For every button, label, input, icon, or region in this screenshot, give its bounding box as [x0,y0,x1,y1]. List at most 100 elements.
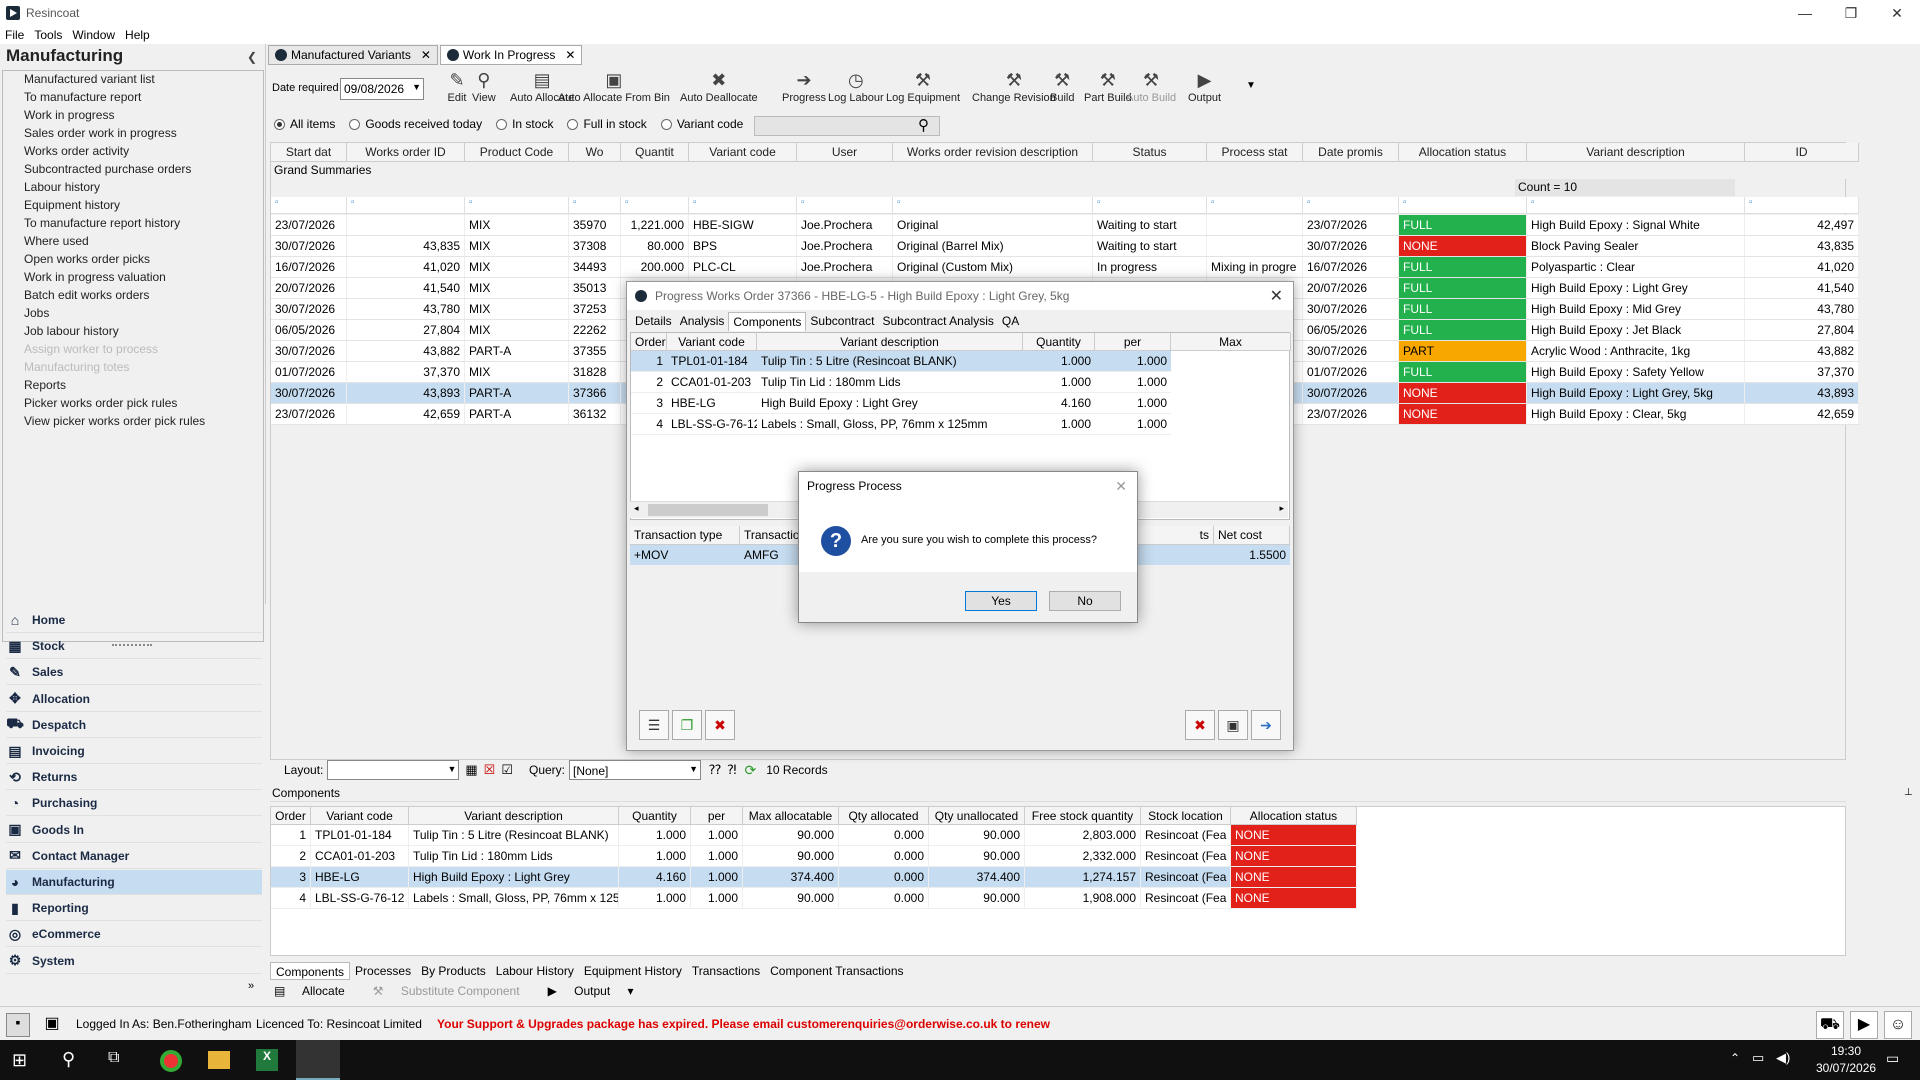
close-tab-icon[interactable]: ✕ [565,48,575,62]
output-button[interactable]: ▶ Output [1188,68,1221,105]
search-icon[interactable]: ⚲ [918,116,929,134]
query-help-icon[interactable]: ⁇ [709,762,721,778]
module-link[interactable]: Job labour history [24,322,205,340]
module-link[interactable]: View picker works order pick rules [24,412,205,430]
substitute-component-button[interactable]: ⚒ Substitute Component [373,984,534,998]
column-header[interactable]: Allocation status [1399,143,1527,161]
taskbar-search-icon[interactable]: ⚲ [62,1049,75,1070]
query-select[interactable]: [None] ▼ [569,760,701,780]
dialog-column-header[interactable]: Quantity [1023,333,1095,350]
nav-ecommerce[interactable]: ◎ eCommerce [6,922,262,948]
column-header[interactable]: ID [1745,143,1859,161]
column-header[interactable]: Product Code [465,143,569,161]
table-row[interactable]: 23/07/2026 MIX 35970 1,221.000 HBE-SIGW Joe.P… [271,215,1859,236]
dialog-tab-components[interactable]: Components [728,312,807,331]
table-row[interactable]: 30/07/2026 43,835 MIX 37308 80.000 BPS Joe.Pro… [271,236,1859,257]
date-dropdown-icon[interactable]: ▼ [412,82,421,92]
components-row[interactable]: 3 HBE-LG High Build Epoxy : Light Grey 4.16… [271,867,1357,888]
save-and-close-button[interactable]: ➔ [1251,710,1281,740]
output-menu-button[interactable]: ▶ Output ▾ [548,984,634,998]
close-tab-icon[interactable]: ✕ [421,48,431,62]
detail-tab-transactions[interactable]: Transactions [687,962,765,980]
notes-button[interactable]: ☰ [639,710,669,740]
filter-cell[interactable]: ▫ [1399,197,1527,213]
play-icon[interactable]: ▶ [1850,1011,1878,1039]
components-row[interactable]: 1 TPL01-01-184 Tulip Tin : 5 Litre (Resinc… [271,825,1357,846]
tx-column-header[interactable]: Net cost [1214,526,1290,544]
table-row[interactable]: 16/07/2026 41,020 MIX 34493 200.000 PLC-CL Joe… [271,257,1859,278]
radio-icon[interactable] [496,118,508,130]
tray-arrow-icon[interactable]: ⌃ [1730,1051,1740,1065]
dialog-column-header[interactable]: Variant code [667,333,757,350]
components-column-header[interactable]: per [691,807,743,824]
detail-tab-components[interactable]: Components [270,962,351,980]
column-header[interactable]: Variant description [1527,143,1745,161]
log-equipment-button[interactable]: ⚒ Log Equipment [886,68,960,105]
module-link[interactable]: To manufacture report history [24,214,205,232]
components-column-header[interactable]: Stock location [1141,807,1231,824]
components-row[interactable]: 2 CCA01-01-203 Tulip Tin Lid : 180mm Lids 1… [271,846,1357,867]
cart-icon[interactable]: ⛟ [1816,1011,1844,1039]
module-link[interactable]: Jobs [24,304,205,322]
cancel-changes-button[interactable]: ✖ [1185,710,1215,740]
collapse-panel-icon[interactable]: ❮ [247,50,257,64]
nav-system[interactable]: ⚙ System [6,949,262,974]
components-column-header[interactable]: Max allocatable [743,807,839,824]
layout-grid-icon[interactable]: ▦ [465,762,477,778]
dialog-tab-subcontract[interactable]: Subcontract [806,312,878,331]
scroll-left-icon[interactable]: ◂ [634,503,639,514]
output-dropdown-icon[interactable]: ▼ [1246,80,1256,91]
tab-work-in-progress[interactable]: Work In Progress ✕ [439,45,583,65]
tab-manufactured-variants[interactable]: Manufactured Variants ✕ [268,45,438,65]
module-link[interactable]: Equipment history [24,196,205,214]
query-dropdown-icon[interactable]: ▼ [689,764,698,774]
radio-icon[interactable] [660,118,672,130]
allocate-button[interactable]: ▤ Allocate [274,984,359,998]
auto-build-button[interactable]: ⚒ Auto Build [1126,68,1176,105]
clear-button[interactable]: ✖ [705,710,735,740]
detail-tab-by-products[interactable]: By Products [416,962,491,980]
nav-returns[interactable]: ⟲ Returns [6,765,262,791]
layout-delete-icon[interactable]: ☒ [484,762,496,778]
dialog-table-row[interactable]: 2 CCA01-01-203 Tulip Tin Lid : 180mm Lids 1… [631,372,1171,393]
dialog-tab-analysis[interactable]: Analysis [676,312,729,331]
filter-cell[interactable]: ▫ [1303,197,1399,213]
filter-row[interactable]: ▫ ▫ ▫ ▫ ▫ ▫ ▫ ▫ ▫ ▫ ▫ ▫ ▫ ▫ [271,197,1859,214]
detail-tab-labour-history[interactable]: Labour History [491,962,579,980]
detail-tab-equipment-history[interactable]: Equipment History [579,962,687,980]
filter-goods-received-today[interactable]: Goods received today [349,117,482,131]
user-icon[interactable]: ▪ [6,1013,30,1037]
module-link[interactable]: Subcontracted purchase orders [24,160,205,178]
part-build-button[interactable]: ⚒ Part Build [1084,68,1132,105]
volume-icon[interactable]: ◀) [1776,1050,1790,1066]
module-link[interactable]: Work in progress valuation [24,268,205,286]
detail-tab-component-transactions[interactable]: Component Transactions [765,962,908,980]
module-link[interactable]: To manufacture report [24,88,205,106]
column-header[interactable]: Date promis [1303,143,1399,161]
refresh-icon[interactable]: ⟳ [745,762,757,779]
dialog-tab-qa[interactable]: QA [998,312,1023,331]
filter-full-in-stock[interactable]: Full in stock [567,117,647,131]
windows-start-icon[interactable]: ⊞ [12,1050,27,1071]
column-header[interactable]: Variant code [689,143,797,161]
auto-deallocate-button[interactable]: ✖ Auto Deallocate [680,68,758,105]
log-labour-button[interactable]: ◷ Log Labour [828,68,884,105]
yes-button[interactable]: Yes [965,591,1037,611]
minimize-button[interactable]: — [1782,0,1828,26]
network-icon[interactable]: ▭ [1752,1050,1764,1066]
module-link[interactable]: Labour history [24,178,205,196]
nav-sales[interactable]: ✎ Sales [6,660,262,686]
build-button[interactable]: ⚒ Build [1050,68,1074,105]
filter-cell[interactable]: ▫ [893,197,1093,213]
module-link[interactable]: Manufactured variant list [24,70,205,88]
variant-code-search-input[interactable] [754,116,940,136]
nav-manufacturing[interactable]: ◕ Manufacturing [6,870,262,895]
layout-dropdown-icon[interactable]: ▼ [447,764,456,774]
auto-allocate-from-bin-button[interactable]: ▣ Auto Allocate From Bin [558,68,670,105]
scroll-thumb[interactable] [648,504,768,516]
file-explorer-icon[interactable] [208,1051,230,1069]
nav-goods-in[interactable]: ▣ Goods In [6,818,262,843]
task-view-icon[interactable]: ⧉ [108,1049,119,1067]
filter-cell[interactable]: ▫ [569,197,621,213]
menu-help[interactable]: Help [120,28,155,42]
